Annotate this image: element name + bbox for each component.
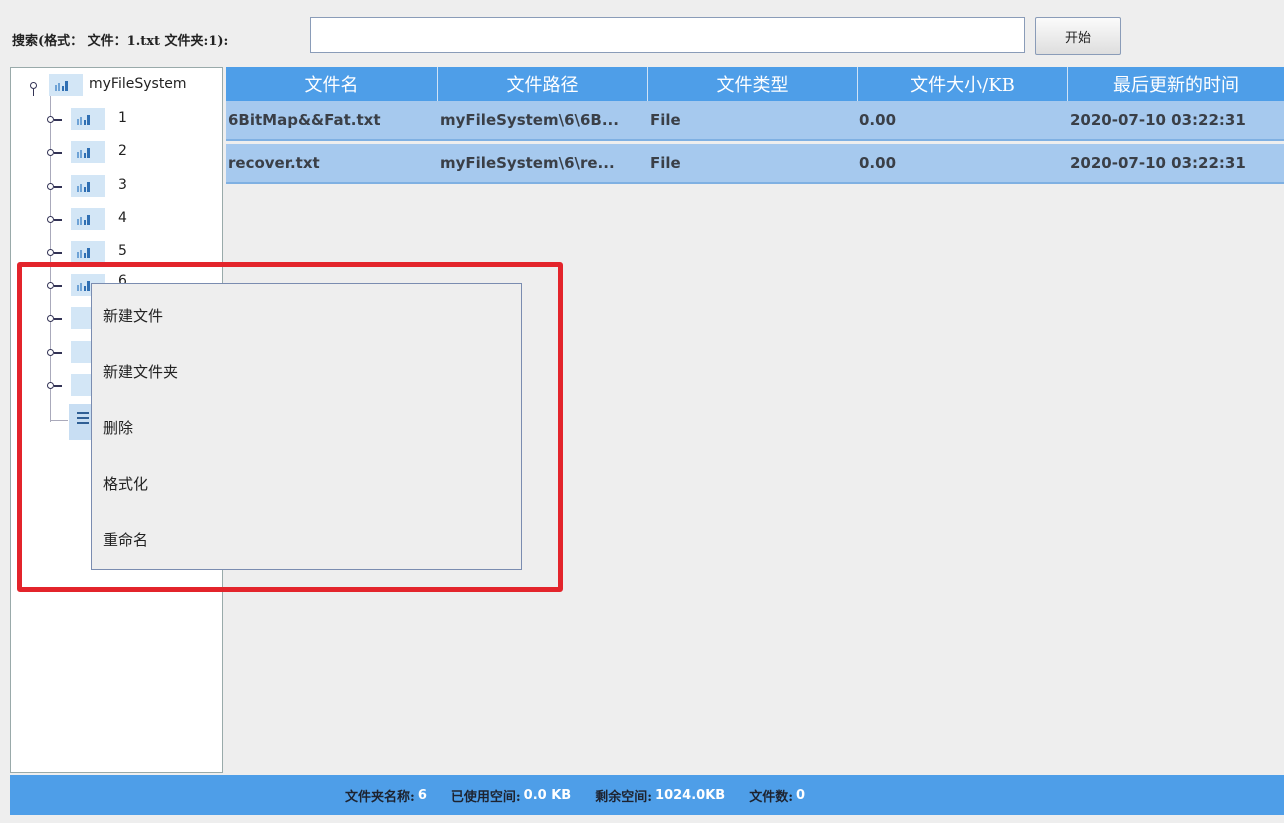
folder-icon [71, 208, 105, 230]
status-folder-name-value: 6 [417, 787, 427, 803]
tree-item-label[interactable]: 4 [118, 210, 127, 226]
folder-icon [71, 108, 105, 130]
highlight-annotation-box [17, 262, 563, 592]
tree-collapse-handle[interactable] [47, 113, 63, 123]
folder-icon [71, 141, 105, 163]
status-bar: 文件夹名称: 6 已使用空间: 0.0 KB 剩余空间: 1024.0KB 文件… [10, 775, 1284, 815]
tree-collapse-handle[interactable] [47, 246, 63, 256]
folder-icon [71, 175, 105, 197]
cell-file-size: 0.00 [859, 154, 897, 172]
status-count-label: 文件数: [749, 789, 793, 805]
column-header-name[interactable]: 文件名 [226, 67, 438, 101]
tree-collapse-handle[interactable] [47, 146, 63, 156]
cell-file-path: myFileSystem\6\re... [440, 154, 615, 172]
status-free-label: 剩余空间: [595, 789, 653, 805]
table-row[interactable]: recover.txt myFileSystem\6\re... File 0.… [226, 144, 1284, 184]
folder-icon [49, 74, 83, 96]
cell-file-type: File [650, 154, 681, 172]
search-bar: 搜索(格式： 文件：1.txt 文件夹:1): 开始 [0, 0, 1284, 70]
tree-item-label[interactable]: 1 [118, 110, 127, 126]
tree-expand-handle[interactable] [27, 82, 43, 96]
column-header-path[interactable]: 文件路径 [438, 67, 648, 101]
tree-item-label[interactable]: 5 [118, 243, 127, 259]
cell-file-name: 6BitMap&&Fat.txt [228, 111, 381, 129]
cell-file-path: myFileSystem\6\6B... [440, 111, 619, 129]
column-header-type[interactable]: 文件类型 [648, 67, 858, 101]
status-used-label: 已使用空间: [450, 789, 521, 805]
column-header-size[interactable]: 文件大小/KB [858, 67, 1068, 101]
cell-modified-time: 2020-07-10 03:22:31 [1070, 154, 1246, 172]
cell-file-name: recover.txt [228, 154, 320, 172]
search-input[interactable] [310, 17, 1025, 53]
table-row[interactable]: 6BitMap&&Fat.txt myFileSystem\6\6B... Fi… [226, 101, 1284, 141]
table-header: 文件名 文件路径 文件类型 文件大小/KB 最后更新的时间 [226, 67, 1284, 101]
cell-file-type: File [650, 111, 681, 129]
tree-collapse-handle[interactable] [47, 213, 63, 223]
search-label: 搜索(格式： 文件：1.txt 文件夹:1): [12, 34, 229, 49]
tree-root-label[interactable]: myFileSystem [89, 76, 187, 92]
cell-file-size: 0.00 [859, 111, 897, 129]
tree-collapse-handle[interactable] [47, 180, 63, 190]
cell-modified-time: 2020-07-10 03:22:31 [1070, 111, 1246, 129]
folder-icon [71, 241, 105, 263]
column-header-modified[interactable]: 最后更新的时间 [1068, 67, 1284, 101]
status-count-value: 0 [796, 787, 806, 803]
status-used-value: 0.0 KB [523, 787, 572, 803]
start-search-button[interactable]: 开始 [1035, 17, 1121, 55]
status-free-value: 1024.0KB [655, 787, 726, 803]
tree-item-label[interactable]: 2 [118, 143, 127, 159]
status-folder-name-label: 文件夹名称: [345, 789, 415, 805]
tree-item-label[interactable]: 3 [118, 177, 127, 193]
